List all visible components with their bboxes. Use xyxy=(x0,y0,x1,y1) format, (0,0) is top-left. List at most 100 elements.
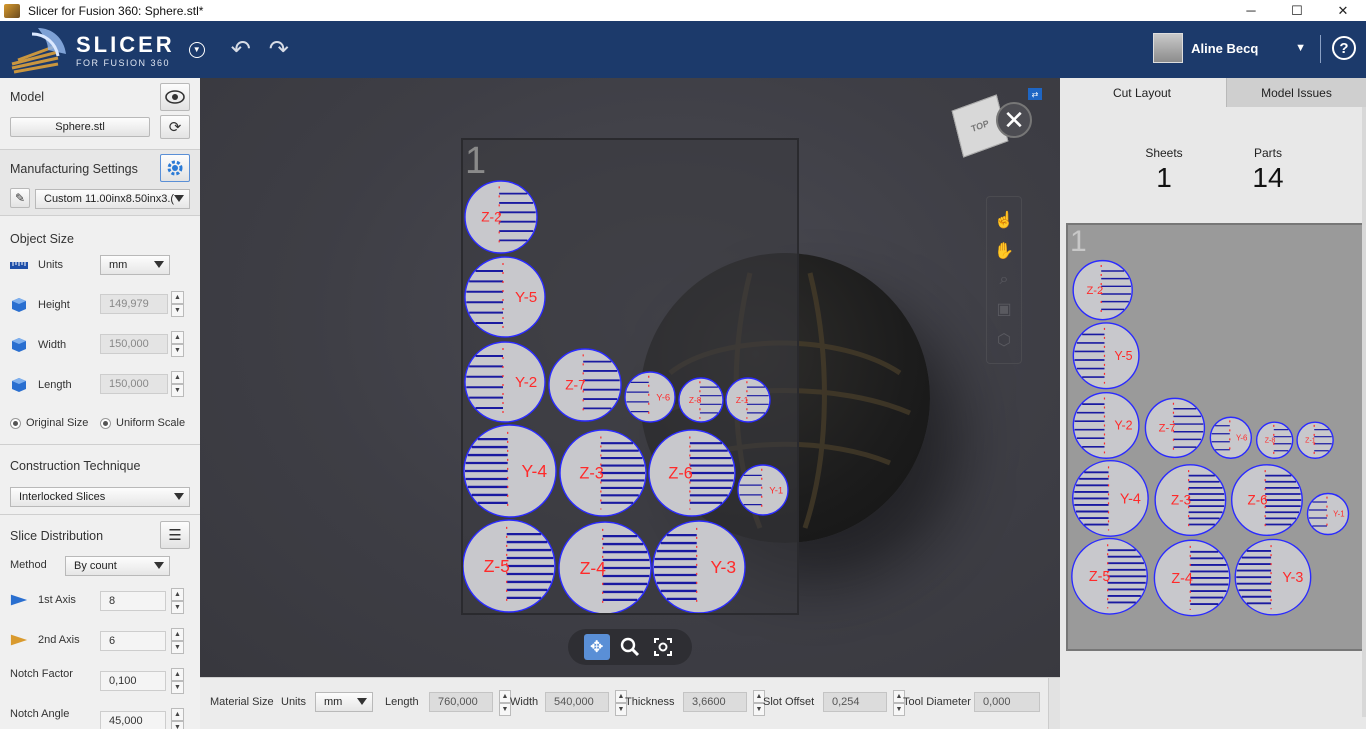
original-size-radio[interactable] xyxy=(10,417,21,429)
home-view-icon[interactable]: ⇄ xyxy=(1028,88,1042,100)
part-y-1[interactable]: Y-1 xyxy=(737,464,789,516)
part-y-5[interactable]: Y-5 xyxy=(1072,322,1140,390)
part-z-8[interactable]: Z-8 xyxy=(678,377,724,423)
3d-viewport[interactable]: 1 Z-2 Y-5 Y-2 Z-7 Y-6 Z-8 Z-1 Y-4 Z-3 Z-6 Y-1 Z-5 Z-… xyxy=(200,78,1060,677)
notch-angle-field[interactable]: 45,000 xyxy=(100,711,166,729)
part-label: Z-1 xyxy=(736,395,749,405)
part-z-7[interactable]: Z-7 xyxy=(548,348,622,422)
maximize-button[interactable]: ☐ xyxy=(1274,0,1320,21)
help-icon[interactable]: ? xyxy=(1332,36,1356,60)
close-window-button[interactable]: ✕ xyxy=(1320,0,1366,21)
orbit-cube-icon[interactable]: ⬡ xyxy=(997,330,1011,350)
tab-cut-layout[interactable]: Cut Layout xyxy=(1060,78,1224,107)
bb-units-value: mm xyxy=(324,696,343,708)
close-icon[interactable]: ✕ xyxy=(996,102,1032,138)
gear-icon[interactable] xyxy=(160,154,190,182)
construction-section: Construction Technique Interlocked Slice… xyxy=(0,445,200,515)
part-z-2[interactable]: Z-2 xyxy=(464,180,538,254)
tab-model-issues[interactable]: Model Issues xyxy=(1226,78,1366,107)
sheet-thumbnail[interactable]: 1 Z-2 Y-5 Y-2 Z-7 Y-6 Z-8 Z-1 Y-4 Z-3 Z-6 Y-1 Z-5 Z-… xyxy=(1066,223,1364,651)
header-divider xyxy=(1320,35,1321,63)
edit-pencil-icon[interactable]: ✎ xyxy=(10,188,30,208)
notch-angle-label: Notch Angle xyxy=(10,708,70,720)
part-y-4[interactable]: Y-4 xyxy=(1071,460,1149,537)
thumbnail-parts-canvas: Z-2 Y-5 Y-2 Z-7 Y-6 Z-8 Z-1 Y-4 Z-3 Z-6 Y-1 Z-5 Z-4 Y… xyxy=(1071,259,1350,617)
part-z-1[interactable]: Z-1 xyxy=(1296,421,1334,459)
user-menu[interactable]: Aline Becq ▼ xyxy=(1153,31,1306,65)
part-y-2[interactable]: Y-2 xyxy=(464,341,546,423)
part-y-6[interactable]: Y-6 xyxy=(624,371,676,423)
manufacturing-preset-select[interactable]: Custom 11.00inx8.50inx3.( xyxy=(35,189,190,209)
part-y-5[interactable]: Y-5 xyxy=(464,256,546,338)
notch-factor-stepper[interactable]: ▲ ▼ xyxy=(171,668,184,694)
part-y-3[interactable]: Y-3 xyxy=(1234,538,1312,616)
bb-units-select[interactable]: mm xyxy=(315,692,373,712)
bb-width-field[interactable]: 540,000 xyxy=(545,692,609,712)
width-field[interactable]: 150,000 xyxy=(100,334,168,354)
part-label: Z-4 xyxy=(1171,571,1193,587)
part-y-6[interactable]: Y-6 xyxy=(1209,416,1253,459)
zoom-search-icon[interactable] xyxy=(617,634,643,660)
part-z-8[interactable]: Z-8 xyxy=(1255,421,1294,459)
part-z-5[interactable]: Z-5 xyxy=(1071,537,1148,615)
part-z-3[interactable]: Z-3 xyxy=(1154,464,1227,537)
layout-sheet[interactable]: 1 Z-2 Y-5 Y-2 Z-7 Y-6 Z-8 Z-1 Y-4 Z-3 Z-6 Y-1 Z-5 Z-… xyxy=(461,138,799,615)
width-label: Width xyxy=(38,339,67,351)
length-field[interactable]: 150,000 xyxy=(100,374,168,394)
app-menu-dropdown-icon[interactable]: ▼ xyxy=(188,41,205,58)
axis2-field[interactable]: 6 xyxy=(100,631,166,651)
units-select[interactable]: mm xyxy=(100,255,170,275)
distribution-settings-icon[interactable]: ☰ xyxy=(160,521,190,549)
bb-tool-diameter-field[interactable]: 0,000 xyxy=(974,692,1040,712)
bb-slot-offset-field[interactable]: 0,254 xyxy=(823,692,887,712)
part-y-2[interactable]: Y-2 xyxy=(1072,391,1140,459)
undo-icon[interactable]: ↶ xyxy=(231,35,251,64)
panel-tabs: Cut Layout Model Issues xyxy=(1060,78,1366,107)
part-z-3[interactable]: Z-3 xyxy=(559,429,647,517)
axis2-stepper[interactable]: ▲ ▼ xyxy=(171,628,184,654)
length-label: Length xyxy=(38,379,72,391)
uniform-scale-radio[interactable] xyxy=(100,417,111,429)
part-y-3[interactable]: Y-3 xyxy=(652,520,746,613)
method-select[interactable]: By count xyxy=(65,556,170,576)
eye-icon[interactable] xyxy=(160,83,190,111)
right-panel-scrollbar[interactable] xyxy=(1362,107,1366,717)
user-dropdown-icon[interactable]: ▼ xyxy=(1295,42,1306,54)
height-stepper[interactable]: ▲ ▼ xyxy=(171,291,184,317)
bottom-bar-scrollbar[interactable] xyxy=(1048,678,1060,729)
part-z-7[interactable]: Z-7 xyxy=(1144,397,1206,459)
window-titlebar: Slicer for Fusion 360: Sphere.stl* ─ ☐ ✕ xyxy=(0,0,1366,21)
width-stepper[interactable]: ▲ ▼ xyxy=(171,331,184,357)
orbit-icon[interactable]: ☝ xyxy=(994,210,1014,230)
zoom-fit-icon[interactable] xyxy=(650,634,676,660)
reload-icon[interactable]: ⟳ xyxy=(160,115,190,139)
part-y-1[interactable]: Y-1 xyxy=(1306,492,1350,536)
zoom-icon[interactable]: ⌕ xyxy=(1000,271,1009,289)
minimize-button[interactable]: ─ xyxy=(1228,0,1274,21)
fit-icon[interactable]: ▣ xyxy=(996,299,1011,319)
notch-factor-field[interactable]: 0,100 xyxy=(100,671,166,691)
part-label: Y-4 xyxy=(522,461,548,481)
height-field[interactable]: 149,979 xyxy=(100,294,168,314)
part-z-4[interactable]: Z-4 xyxy=(1153,539,1231,617)
move-arrows-icon[interactable]: ✥ xyxy=(583,634,610,660)
redo-icon[interactable]: ↷ xyxy=(269,35,289,64)
part-label: Z-8 xyxy=(1265,438,1276,445)
part-z-5[interactable]: Z-5 xyxy=(463,519,556,613)
part-y-4[interactable]: Y-4 xyxy=(463,424,557,518)
length-stepper[interactable]: ▲ ▼ xyxy=(171,371,184,397)
part-z-1[interactable]: Z-1 xyxy=(725,377,771,423)
bb-length-field[interactable]: 760,000 xyxy=(429,692,493,712)
axis1-field[interactable]: 8 xyxy=(100,591,166,611)
notch-angle-stepper[interactable]: ▲ ▼ xyxy=(171,708,184,729)
part-z-6[interactable]: Z-6 xyxy=(1230,464,1303,537)
model-file-button[interactable]: Sphere.stl xyxy=(10,117,150,137)
part-z-2[interactable]: Z-2 xyxy=(1072,259,1133,321)
part-z-4[interactable]: Z-4 xyxy=(558,521,652,613)
part-z-6[interactable]: Z-6 xyxy=(648,429,736,517)
bb-thickness-field[interactable]: 3,6600 xyxy=(683,692,747,712)
bb-thickness-label: Thickness xyxy=(625,696,675,708)
axis1-stepper[interactable]: ▲ ▼ xyxy=(171,588,184,614)
construction-select[interactable]: Interlocked Slices xyxy=(10,487,190,507)
pan-hand-icon[interactable]: ✋ xyxy=(994,241,1014,261)
